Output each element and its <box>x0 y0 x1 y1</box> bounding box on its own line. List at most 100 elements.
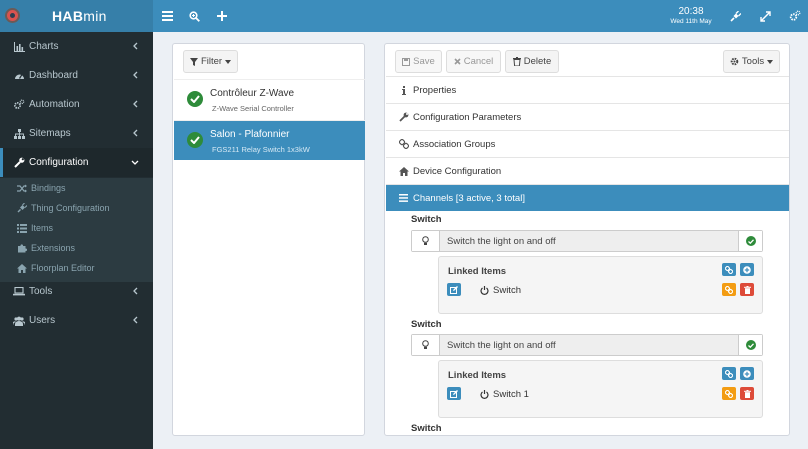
add-link-icon[interactable] <box>740 367 754 380</box>
sidebar-item-sitemaps[interactable]: Sitemaps <box>0 119 153 148</box>
trash-icon[interactable] <box>740 387 754 400</box>
menu-toggle-icon[interactable] <box>159 8 175 24</box>
chevron-down-icon <box>130 157 140 167</box>
filter-button[interactable]: Filter <box>183 50 238 73</box>
linked-item: Switch 1 <box>480 389 529 400</box>
link-icon <box>398 139 409 150</box>
search-icon[interactable] <box>186 8 202 24</box>
channel-status <box>738 335 762 355</box>
add-link-icon[interactable] <box>740 263 754 276</box>
edit-icon[interactable] <box>447 387 461 400</box>
check-circle-icon <box>187 132 203 148</box>
sidebar-item-label: Dashboard <box>29 70 78 81</box>
configuration-submenu: Bindings Thing Configuration Items Exten… <box>0 178 153 282</box>
chevron-left-icon <box>130 70 140 80</box>
channel-title: Switch <box>411 319 442 330</box>
sidebar-subitem-bindings[interactable]: Bindings <box>0 178 153 198</box>
device-list-item[interactable]: Contrôleur Z-Wave Z-Wave Serial Controll… <box>174 79 365 119</box>
logo-icon <box>5 8 20 23</box>
device-name: Salon - Plafonnier <box>210 129 290 140</box>
users-icon <box>13 315 25 327</box>
link-icon[interactable] <box>722 263 736 276</box>
channel-description: Switch the light on and off <box>447 236 556 247</box>
sidebar-item-users[interactable]: Users <box>0 306 153 335</box>
chevron-left-icon <box>130 286 140 296</box>
tools-button-label: Tools <box>741 56 765 67</box>
settings-cogs-icon[interactable] <box>787 8 803 24</box>
sidebar-subitem-thing-configuration[interactable]: Thing Configuration <box>0 198 153 218</box>
linked-item-name: Switch <box>493 285 521 296</box>
sidebar-subitem-label: Items <box>31 223 54 233</box>
close-icon <box>454 58 461 65</box>
home-icon <box>16 263 27 274</box>
plug-icon <box>16 203 27 214</box>
sidebar-item-label: Users <box>29 315 56 326</box>
section-configuration-parameters[interactable]: Configuration Parameters <box>386 103 789 130</box>
sidebar-item-dashboard[interactable]: Dashboard <box>0 61 153 90</box>
channel-title: Switch <box>411 214 442 225</box>
channel-description-box: Switch the light on and off <box>411 334 763 356</box>
sidebar-item-configuration[interactable]: Configuration <box>0 148 153 177</box>
caret-down-icon <box>767 59 774 64</box>
logo[interactable]: HABmin <box>0 0 153 32</box>
cancel-button[interactable]: Cancel <box>446 50 501 73</box>
top-navbar: HABmin 20:38 Wed 11th May <box>0 0 808 32</box>
tools-dropdown-button[interactable]: Tools <box>723 50 780 73</box>
laptop-icon <box>13 286 25 298</box>
trash-icon[interactable] <box>740 283 754 296</box>
clock: 20:38 Wed 11th May <box>664 6 718 27</box>
section-label: Properties <box>413 84 457 96</box>
sidebar-item-automation[interactable]: Automation <box>0 90 153 119</box>
linked-items-title: Linked Items <box>448 266 507 277</box>
unlink-icon[interactable] <box>722 387 736 400</box>
list-icon <box>16 223 27 234</box>
device-list-panel: Filter Contrôleur Z-Wave Z-Wave Serial C… <box>172 43 365 436</box>
sidebar-subitem-items[interactable]: Items <box>0 218 153 238</box>
check-circle-icon <box>745 340 756 350</box>
lightbulb-icon <box>412 335 440 355</box>
section-association-groups[interactable]: Association Groups <box>386 130 789 157</box>
sidebar-subitem-label: Extensions <box>31 243 76 253</box>
section-channels[interactable]: Channels [3 active, 3 total] <box>386 184 789 211</box>
sidebar-item-label: Sitemaps <box>29 128 71 139</box>
plug-icon[interactable] <box>727 8 743 24</box>
link-icon[interactable] <box>722 367 736 380</box>
sidebar-item-label: Configuration <box>29 157 89 168</box>
delete-button[interactable]: Delete <box>505 50 559 73</box>
linked-item: Switch <box>480 285 521 296</box>
channel-status <box>738 231 762 251</box>
section-properties[interactable]: Properties <box>386 76 789 103</box>
puzzle-icon <box>16 243 27 254</box>
device-type: Z-Wave Serial Controller <box>212 104 294 113</box>
check-circle-icon <box>187 91 203 107</box>
logo-text: HABmin <box>52 8 107 24</box>
section-device-configuration[interactable]: Device Configuration <box>386 157 789 184</box>
clock-date: Wed 11th May <box>670 18 712 25</box>
dashboard-icon <box>13 70 25 82</box>
channel-description: Switch the light on and off <box>447 340 556 351</box>
save-button-label: Save <box>413 56 435 67</box>
sidebar-subitem-extensions[interactable]: Extensions <box>0 238 153 258</box>
trash-icon <box>512 57 521 66</box>
sidebar-subitem-floorplan-editor[interactable]: Floorplan Editor <box>0 258 153 278</box>
save-button[interactable]: Save <box>395 50 442 73</box>
chevron-left-icon <box>130 128 140 138</box>
section-label: Configuration Parameters <box>413 111 522 123</box>
power-icon <box>480 286 489 295</box>
fullscreen-icon[interactable] <box>757 8 773 24</box>
edit-icon[interactable] <box>447 283 461 296</box>
bar-chart-icon <box>13 41 25 53</box>
sidebar-item-tools[interactable]: Tools <box>0 277 153 306</box>
sidebar-item-charts[interactable]: Charts <box>0 32 153 61</box>
unlink-icon[interactable] <box>722 283 736 296</box>
sidebar-item-label: Tools <box>29 286 53 297</box>
sidebar-subitem-label: Bindings <box>31 183 66 193</box>
add-icon[interactable] <box>214 8 230 24</box>
info-icon <box>398 85 409 96</box>
shuffle-icon <box>16 183 27 194</box>
device-list-item-selected[interactable]: Salon - Plafonnier FGS211 Relay Switch 1… <box>174 120 365 160</box>
chevron-left-icon <box>130 41 140 51</box>
linked-items-box: Linked Items Switch 1 <box>438 360 763 418</box>
device-type: FGS211 Relay Switch 1x3kW <box>212 145 310 154</box>
chevron-left-icon <box>130 99 140 109</box>
